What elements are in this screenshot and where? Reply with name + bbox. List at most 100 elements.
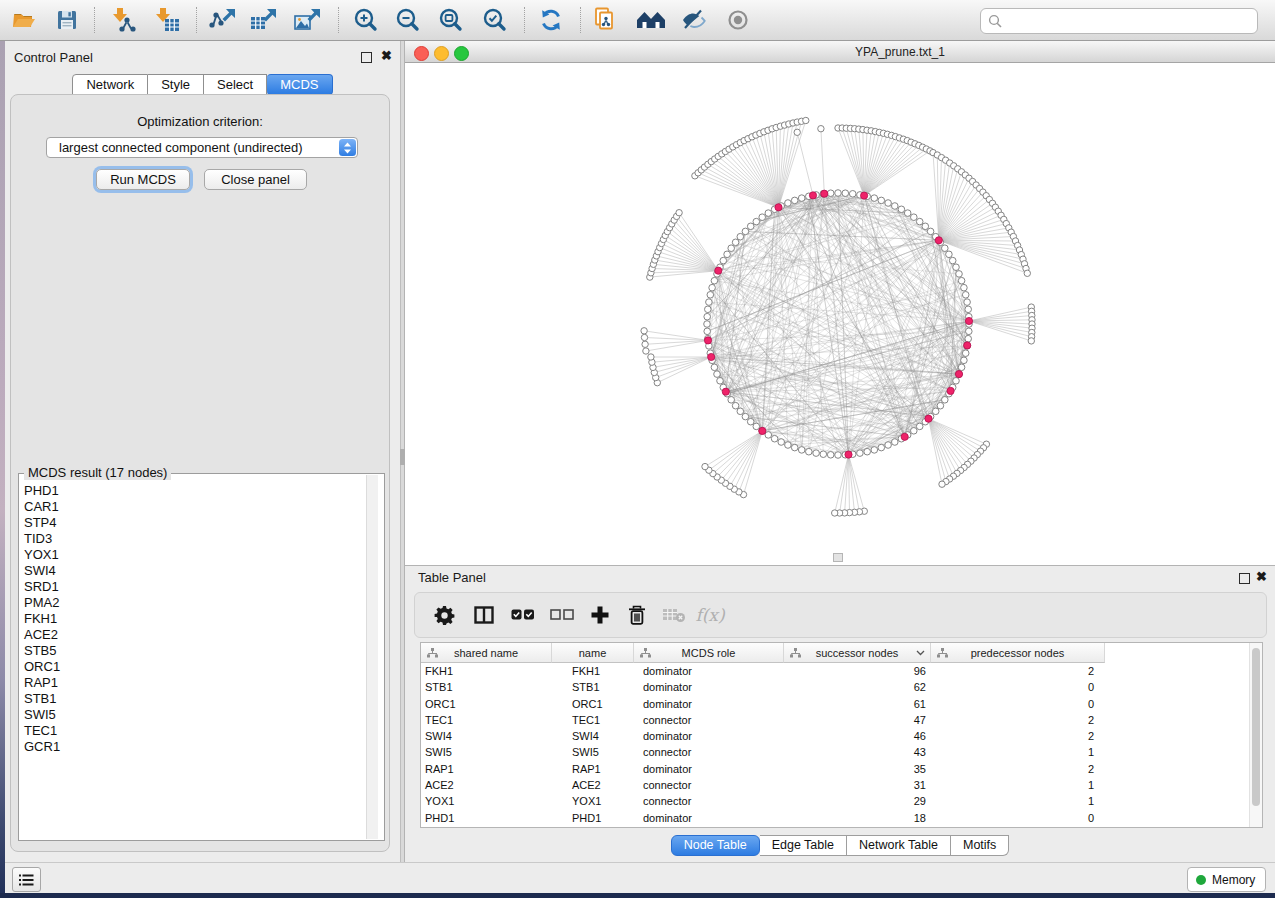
column-header[interactable]: predecessor nodes [931,643,1105,663]
mcds-result-item[interactable]: SWI5 [24,707,360,723]
close-panel-button[interactable]: Close panel [204,169,307,190]
column-header[interactable]: name [552,643,634,663]
mcds-result-item[interactable]: ACE2 [24,627,360,643]
table-cell: dominator [634,810,784,826]
task-history-button[interactable] [12,867,41,892]
table-row[interactable]: TEC1TEC1connector472 [421,712,1105,728]
search-input[interactable] [980,8,1258,34]
clone-network-icon[interactable] [591,5,621,35]
table-row[interactable]: PHD1PHD1dominator180 [421,810,1105,826]
table-row[interactable]: SWI5SWI5connector431 [421,744,1105,760]
export-network-icon[interactable] [207,5,237,35]
zoom-in-icon[interactable] [351,5,381,35]
function-builder-icon[interactable]: f(x) [697,602,723,628]
mcds-result-item[interactable]: CAR1 [24,499,360,515]
refresh-layout-icon[interactable] [536,5,566,35]
table-row[interactable]: FKH1FKH1dominator962 [421,663,1105,679]
column-header[interactable]: shared name [421,643,552,663]
close-window-icon[interactable] [414,46,429,61]
table-row[interactable]: RAP1RAP1dominator352 [421,761,1105,777]
tab-network[interactable]: Network [72,74,148,95]
network-canvas[interactable] [405,63,1275,565]
table-scrollbar[interactable] [1249,643,1262,827]
home-icon[interactable] [636,5,666,35]
tab-motifs[interactable]: Motifs [951,835,1009,856]
table-row[interactable]: STB1STB1dominator620 [421,679,1105,695]
column-header[interactable]: MCDS role [634,643,784,663]
column-header[interactable]: successor nodes [784,643,931,663]
split-columns-icon[interactable] [471,602,497,628]
export-table-icon[interactable] [248,5,278,35]
close-panel-icon[interactable]: ✖ [381,48,392,63]
mcds-result-item[interactable]: PMA2 [24,595,360,611]
table-row[interactable]: YOX1YOX1connector291 [421,793,1105,809]
memory-status-icon [1196,875,1206,885]
save-icon[interactable] [52,5,82,35]
delete-column-icon[interactable] [624,602,650,628]
gear-icon[interactable] [431,602,457,628]
float-table-panel-icon[interactable] [1239,573,1250,584]
zoom-selected-icon[interactable] [480,5,510,35]
tab-node-table[interactable]: Node Table [671,835,760,856]
table-cell: 0 [931,696,1105,712]
zoom-fit-icon[interactable] [436,5,466,35]
minimize-window-icon[interactable] [434,46,449,61]
divider-handle-horizontal[interactable] [833,553,843,562]
show-eye-icon[interactable] [723,5,753,35]
select-all-checkboxes-icon[interactable] [510,602,536,628]
mcds-result-item[interactable]: YOX1 [24,547,360,563]
mcds-result-item[interactable]: GCR1 [24,739,360,755]
table-row[interactable]: ACE2ACE2connector311 [421,777,1105,793]
table-cell: 2 [931,761,1105,777]
float-panel-icon[interactable] [361,52,372,63]
table-cell: 1 [931,777,1105,793]
network-window-title: YPA_prune.txt_1 [760,45,1040,59]
mcds-scrollbar[interactable] [366,475,378,839]
table-cell: YOX1 [552,793,634,809]
open-folder-icon[interactable] [9,5,39,35]
close-table-panel-icon[interactable]: ✖ [1256,569,1267,584]
mcds-result-item[interactable]: FKH1 [24,611,360,627]
export-image-icon[interactable] [292,5,322,35]
table-cell: SWI4 [421,728,552,744]
zoom-out-icon[interactable] [393,5,423,35]
import-table-icon[interactable] [152,5,182,35]
main-toolbar [0,0,1275,41]
mcds-result-item[interactable]: RAP1 [24,675,360,691]
tab-mcds[interactable]: MCDS [267,74,332,95]
search-icon [988,14,1002,28]
tab-select[interactable]: Select [204,74,267,95]
mcds-result-item[interactable]: SRD1 [24,579,360,595]
mcds-result-item[interactable]: STB1 [24,691,360,707]
table-cell: ACE2 [552,777,634,793]
add-column-icon[interactable] [587,602,613,628]
run-mcds-button[interactable]: Run MCDS [96,169,190,190]
mcds-result-item[interactable]: TID3 [24,531,360,547]
mcds-result-item[interactable]: TEC1 [24,723,360,739]
mcds-result-item[interactable]: ORC1 [24,659,360,675]
table-cell: SWI5 [421,744,552,760]
table-cell: dominator [634,761,784,777]
mcds-result-item[interactable]: PHD1 [24,483,360,499]
table-cell: connector [634,777,784,793]
table-cell: SWI4 [552,728,634,744]
table-row[interactable]: SWI4SWI4dominator462 [421,728,1105,744]
maximize-window-icon[interactable] [454,46,469,61]
delete-table-icon[interactable] [661,602,687,628]
criterion-dropdown[interactable]: largest connected component (undirected) [46,137,358,158]
tab-network-table[interactable]: Network Table [847,835,951,856]
tab-edge-table[interactable]: Edge Table [760,835,847,856]
mcds-result-item[interactable]: SWI4 [24,563,360,579]
mcds-result-item[interactable]: STB5 [24,643,360,659]
clear-checkboxes-icon[interactable] [549,602,575,628]
mcds-result-item[interactable]: STP4 [24,515,360,531]
table-cell: 43 [784,744,931,760]
table-scrollbar-thumb[interactable] [1252,648,1260,806]
application-window: Control Panel ✖ NetworkStyleSelectMCDS O… [0,0,1275,898]
tab-style[interactable]: Style [148,74,204,95]
hide-eye-icon[interactable] [679,5,709,35]
import-network-icon[interactable] [109,5,139,35]
memory-button[interactable]: Memory [1187,867,1266,892]
table-row[interactable]: ORC1ORC1dominator610 [421,696,1105,712]
node-table: shared namenameMCDS rolesuccessor nodesp… [420,642,1263,828]
